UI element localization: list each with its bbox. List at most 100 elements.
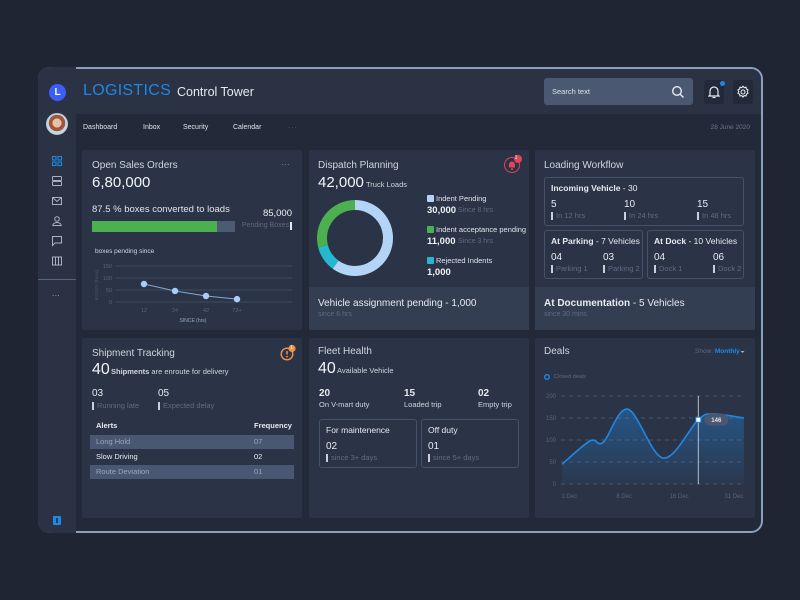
stat-label: Dock 1 <box>654 265 682 273</box>
more-options-button[interactable]: ... <box>281 157 290 167</box>
stat-value: 10 <box>624 199 636 210</box>
stat-label: In 24 hrs <box>624 212 658 220</box>
available-vehicles-count: 40 <box>318 360 336 377</box>
legend-since: Since 3 hrs <box>458 238 494 245</box>
alert-name: Route Deviation <box>96 467 150 476</box>
conversion-text: 87.5 % boxes converted to loads <box>92 204 230 215</box>
dashboard-grid-icon[interactable] <box>51 155 63 167</box>
at-parking-heading: At Parking - 7 Vehicles <box>551 236 640 246</box>
incoming-label: Incoming Vehicle <box>551 183 621 193</box>
sidebar-toggle-icon[interactable] <box>53 516 61 525</box>
columns-icon[interactable] <box>51 255 63 267</box>
y-tick-label: 100 <box>546 438 557 444</box>
documentation-since: since 30 mins <box>544 311 587 318</box>
app-logo[interactable]: L <box>49 84 66 101</box>
data-point <box>202 292 210 300</box>
sidebar-more-button[interactable]: ... <box>52 289 60 298</box>
dispatch-donut-chart <box>317 200 393 276</box>
box-title: Off duty <box>428 425 458 435</box>
alert-badge-count: 1 <box>290 345 293 351</box>
shipments-label: Shipments <box>111 367 150 376</box>
legend-value: 30,000 <box>427 205 457 216</box>
nav-inbox[interactable]: Inbox <box>143 124 160 131</box>
documentation-label: At Documentation <box>544 298 631 309</box>
stat-value: 15 <box>404 388 416 399</box>
stat-label: Loaded trip <box>404 400 442 409</box>
conversion-progress-fill <box>92 221 218 232</box>
alert-frequency: 02 <box>254 452 263 461</box>
alert-frequency: 01 <box>254 467 263 476</box>
stat-value: 03 <box>603 252 615 263</box>
sidebar-divider <box>38 279 76 280</box>
table-row[interactable]: Route Deviation 01 <box>90 465 294 479</box>
documentation-count: - 5 Vehicles <box>630 298 685 309</box>
gear-icon <box>737 85 749 98</box>
stat-label: Dock 2 <box>713 265 741 273</box>
chart-title: boxes pending since <box>95 248 155 255</box>
stat-value: 03 <box>92 388 104 399</box>
parking-label: At Parking <box>551 236 594 246</box>
table-row[interactable]: Slow Driving 02 <box>90 450 294 464</box>
period-selector[interactable]: Show: Monthly <box>695 348 740 355</box>
y-tick-label: 200 <box>546 394 557 400</box>
truck-loads-unit: Truck Loads <box>366 180 407 189</box>
x-tick-label: 12 <box>141 308 147 314</box>
alert-frequency: 07 <box>254 437 263 446</box>
hover-marker <box>695 416 702 423</box>
vehicle-assignment-text: Vehicle assignment pending - 1,000 <box>318 298 477 309</box>
series-line <box>143 283 238 300</box>
box-since: since 5+ days <box>428 454 479 462</box>
pending-boxes-label: Pending Boxes <box>241 222 289 229</box>
current-date: 28 June 2020 <box>710 124 750 131</box>
dock-count: - 10 Vehicles <box>686 236 738 246</box>
y-tick-label: 150 <box>546 416 557 422</box>
list-rows-icon[interactable] <box>51 175 63 187</box>
user-icon[interactable] <box>51 215 63 227</box>
chevron-down-icon[interactable] <box>740 350 745 354</box>
notification-dot <box>720 81 725 86</box>
at-dock-heading: At Dock - 10 Vehicles <box>654 236 737 246</box>
card-title: Shipment Tracking <box>92 348 175 359</box>
stat-value: 06 <box>713 252 725 263</box>
x-axis-label: SINCE (hrs) <box>180 318 207 324</box>
search-icon[interactable] <box>671 85 685 99</box>
stat-label: Empty trip <box>478 400 512 409</box>
stat-label: Expected delay <box>158 402 214 410</box>
box-title: For maintenence <box>326 425 390 435</box>
alert-name: Slow Driving <box>96 452 138 461</box>
boxes-pending-line-chart: 0 50 100 150 12 24 42 72+ SINCE (hrs) BOXES (thou… <box>94 264 292 324</box>
shipments-desc: are enroute for delivery <box>149 367 229 376</box>
box-since: since 3+ days <box>326 454 377 462</box>
legend-label: Closed deals <box>554 374 586 380</box>
mail-icon[interactable] <box>51 195 63 207</box>
user-avatar[interactable] <box>46 113 68 135</box>
page-title: Control Tower <box>177 85 254 99</box>
x-tick-label: 24 <box>172 308 178 314</box>
nav-dashboard[interactable]: Dashboard <box>83 124 117 131</box>
legend-label: Indent Pending <box>436 194 487 203</box>
data-point <box>171 287 179 295</box>
alert-exclamation-icon[interactable] <box>279 344 297 362</box>
card-title: Loading Workflow <box>544 160 624 171</box>
legend-value: 11,000 <box>427 236 456 247</box>
nav-calendar[interactable]: Calendar <box>233 124 261 131</box>
table-row[interactable]: Long Hold 07 <box>90 435 294 449</box>
donut-slice-indent-pending <box>332 200 393 276</box>
alert-bell-icon[interactable] <box>502 154 524 174</box>
data-point <box>233 295 241 303</box>
donut-slice-indent-acceptance-pending <box>317 200 356 248</box>
settings-button[interactable] <box>733 80 753 104</box>
chat-icon[interactable] <box>51 235 63 247</box>
alert-name: Long Hold <box>96 437 131 446</box>
card-title: Open Sales Orders <box>92 160 178 171</box>
nav-more-button[interactable]: ... <box>288 121 298 130</box>
truck-loads-value: 42,000 <box>318 174 364 191</box>
bell-icon <box>708 86 720 99</box>
data-point <box>140 280 148 288</box>
nav-security[interactable]: Security <box>183 124 208 131</box>
y-tick-label: 150 <box>103 264 112 270</box>
x-tick-label: 16 Dec <box>670 494 689 500</box>
deals-area-chart[interactable]: 0 50 100 150 200 1 Dec 8 Dec 16 Dec 31 Dec 146 <box>535 385 755 505</box>
stat-value: 02 <box>478 388 490 399</box>
available-vehicles-label: Available Vehicle <box>337 366 394 375</box>
